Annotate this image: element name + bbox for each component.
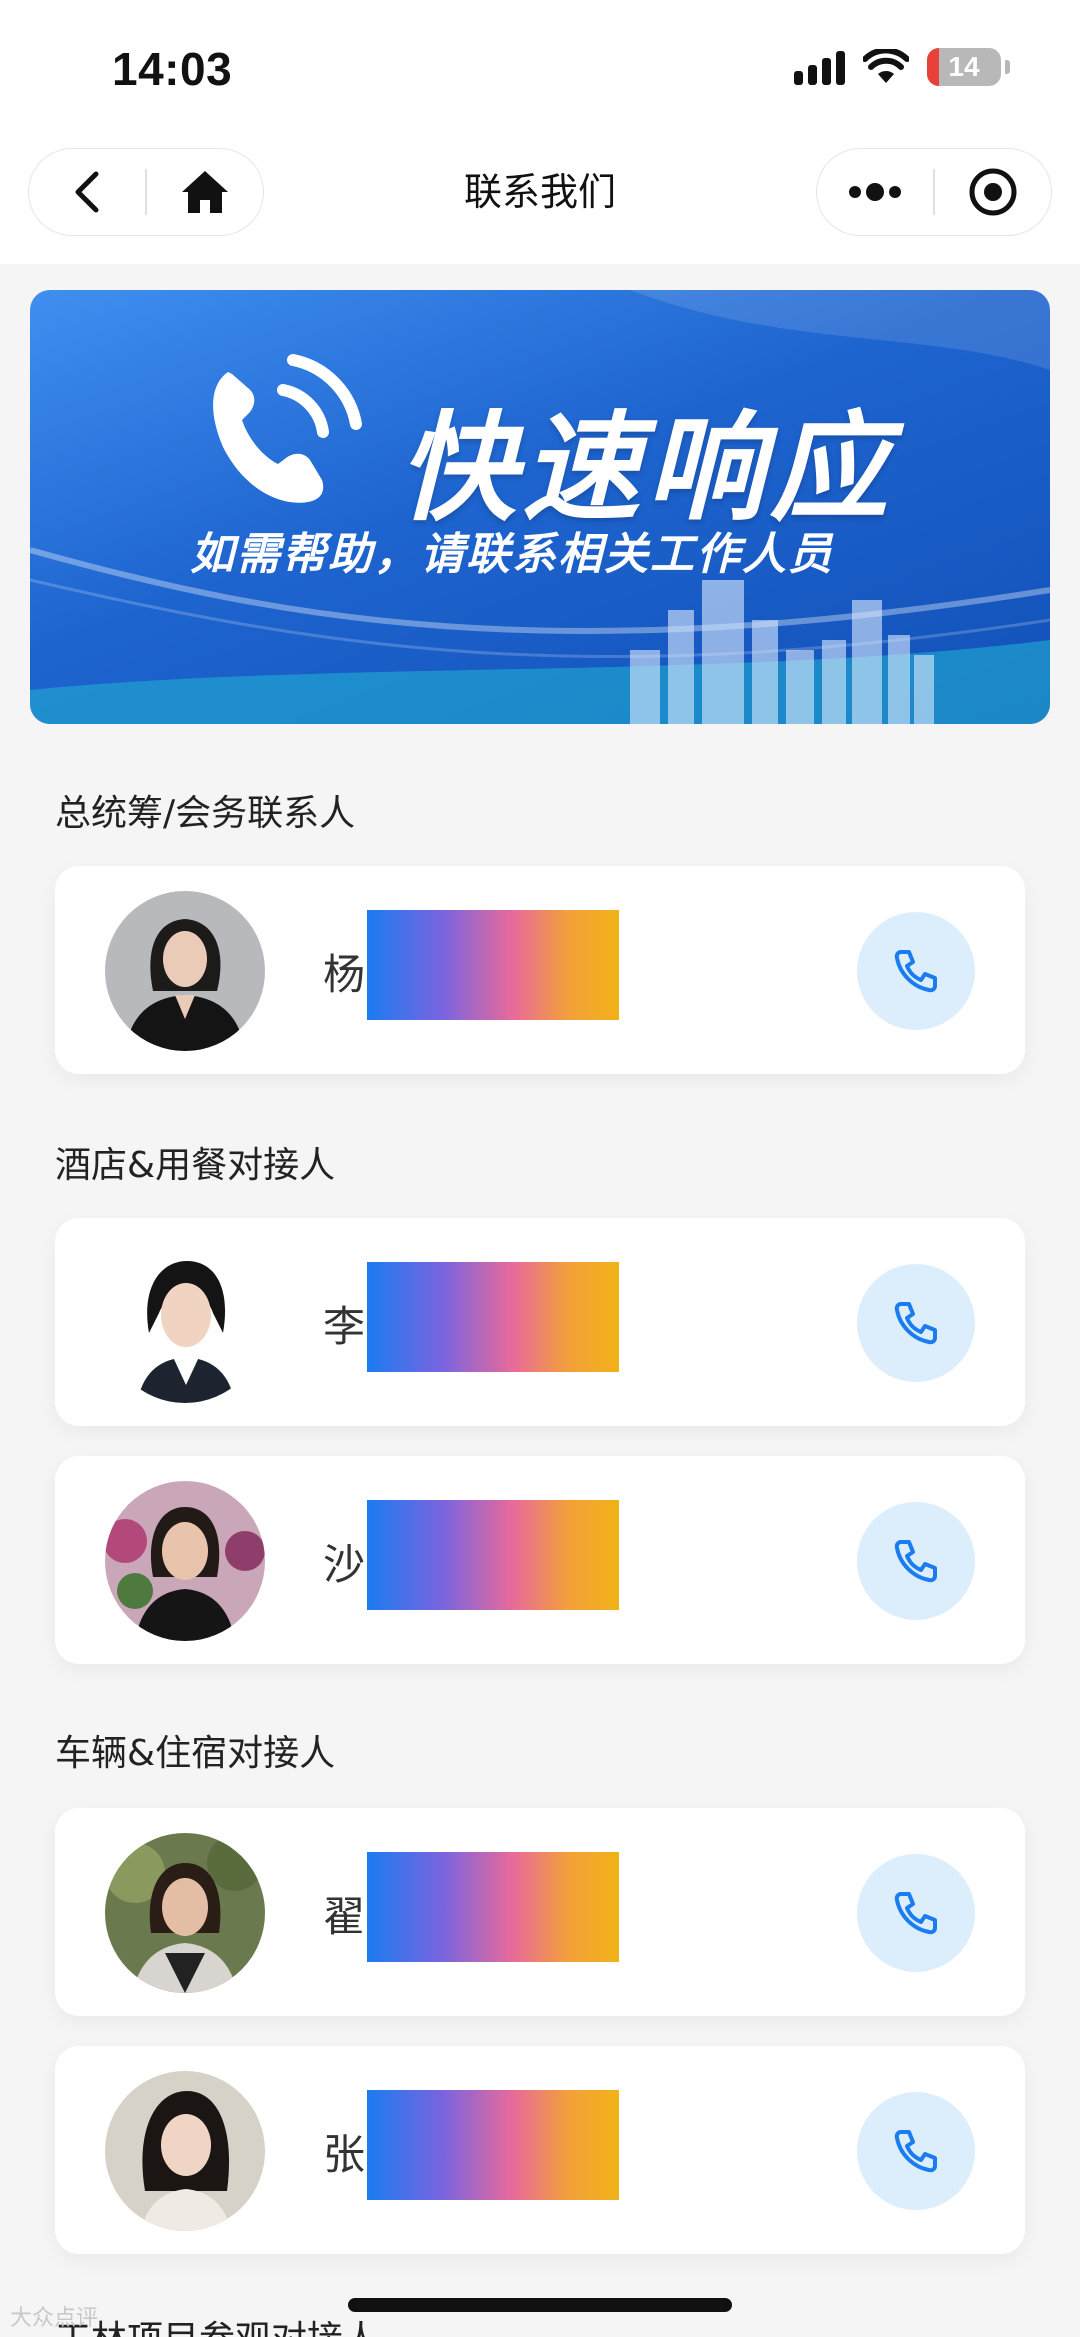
phone-icon [894, 1540, 937, 1583]
wifi-icon [863, 49, 909, 83]
name-redaction [367, 2090, 619, 2200]
contact-name: 杨 [323, 950, 366, 999]
battery-level: 14 [948, 51, 980, 82]
phone-icon [894, 1892, 937, 1935]
section-title: 工林项目参观对接人 [55, 2310, 379, 2337]
contact-name: 翟 [323, 1892, 366, 1941]
contact-card: 杨 [55, 866, 1025, 1074]
phone-icon [213, 354, 362, 503]
more-icon [849, 183, 902, 201]
name-redaction [367, 1262, 619, 1372]
signal-icon [794, 49, 845, 85]
phone-icon [894, 1302, 937, 1345]
more-button[interactable] [817, 149, 933, 235]
name-redaction [367, 1852, 619, 1962]
contact-name: 李 [323, 1302, 366, 1351]
section-title: 车辆&住宿对接人 [55, 1733, 336, 1774]
name-redaction [367, 1500, 619, 1610]
avatar [105, 2071, 265, 2231]
section-title: 酒店&用餐对接人 [55, 1145, 336, 1186]
section-title: 总统筹/会务联系人 [55, 793, 356, 834]
contact-name: 张 [323, 2130, 366, 2179]
contact-name: 沙 [323, 1540, 366, 1589]
call-button[interactable] [857, 1502, 975, 1620]
battery-icon: 14 [927, 48, 1001, 86]
watermark: 大众点评 [10, 2306, 99, 2331]
nav-capsule-right [816, 148, 1052, 236]
phone-icon [894, 950, 937, 993]
phone-icon [894, 2130, 937, 2173]
close-miniprogram-button[interactable] [935, 149, 1051, 235]
call-button[interactable] [857, 2092, 975, 2210]
avatar [105, 1833, 265, 1993]
target-icon [969, 168, 1017, 216]
banner: 快速响应 如需帮助，请联系相关工作人员 [30, 290, 1050, 724]
call-button[interactable] [857, 1854, 975, 1972]
call-button[interactable] [857, 1264, 975, 1382]
avatar [105, 1481, 265, 1641]
contact-card: 张 [55, 2046, 1025, 2254]
name-redaction [367, 910, 619, 1020]
home-indicator[interactable] [348, 2298, 732, 2312]
status-time: 14:03 [112, 43, 233, 95]
contact-card: 翟 [55, 1808, 1025, 2016]
status-bar: 14:03 14 [0, 0, 1080, 140]
avatar [105, 891, 265, 1051]
status-icons: 14 [794, 48, 1010, 86]
nav-bar: 联系我们 [0, 140, 1080, 264]
contact-card: 李 [55, 1218, 1025, 1426]
avatar [105, 1243, 265, 1403]
banner-subtitle: 如需帮助，请联系相关工作人员 [190, 529, 834, 580]
call-button[interactable] [857, 912, 975, 1030]
contact-card: 沙 [55, 1456, 1025, 1664]
battery-tip [1005, 60, 1010, 74]
